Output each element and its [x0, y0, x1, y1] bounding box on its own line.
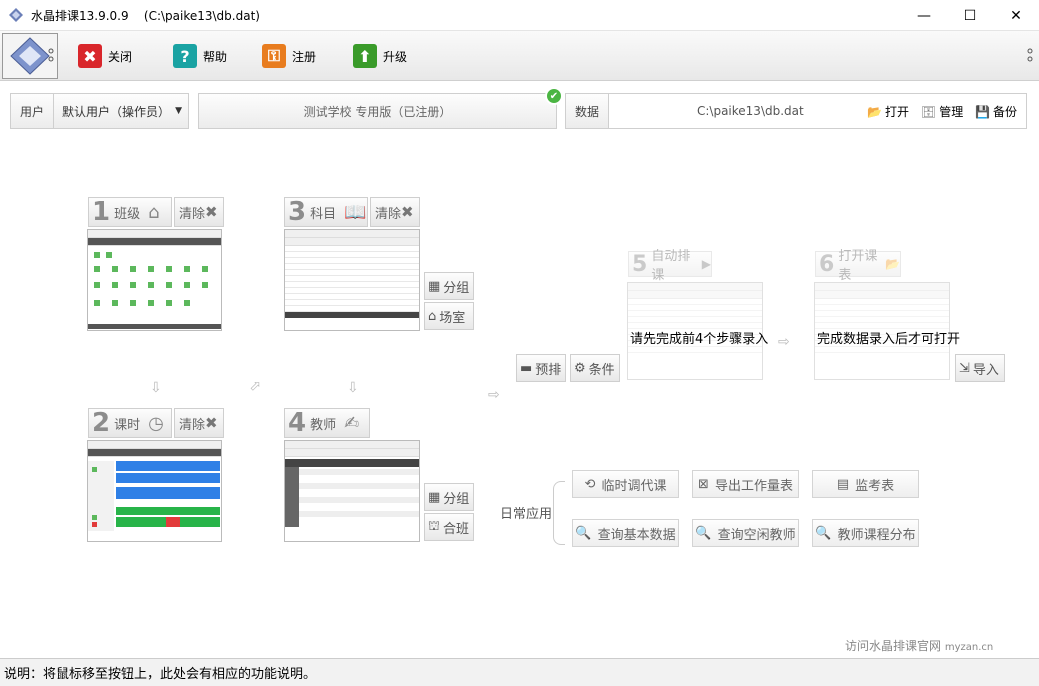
clear-x-icon: ✖ — [205, 414, 218, 432]
grid-icon: ▦ — [428, 489, 441, 505]
export-workload-button[interactable]: ⊠ 导出工作量表 — [692, 470, 799, 498]
book-icon: 📖 — [344, 201, 367, 223]
right-arrow-icon: ⇨ — [778, 334, 790, 350]
teacher-preview-thumbnail — [284, 440, 420, 542]
close-icon: ✖ — [78, 44, 102, 68]
teacher-course-distribution-button[interactable]: 🔍 教师课程分布 — [812, 519, 919, 547]
table-icon: ▤ — [836, 476, 850, 492]
minimize-button[interactable]: — — [901, 0, 947, 31]
data-path: C:\paike13\db.dat — [697, 104, 804, 118]
grip-icon — [48, 48, 54, 62]
merge-icon: ⛫ — [428, 518, 440, 534]
class-preview-thumbnail — [87, 229, 222, 331]
gear-icon: ⚙ — [574, 360, 586, 376]
search-icon: 🔍 — [815, 525, 832, 541]
help-icon: ? — [173, 44, 197, 68]
status-text: 说明：将鼠标移至按钮上，此处会有相应的功能说明。 — [4, 667, 317, 682]
search-icon: 🔍 — [695, 525, 712, 541]
period-preview-thumbnail — [87, 440, 222, 542]
upgrade-arrow-icon: ⬆ — [353, 44, 377, 68]
prearrange-button[interactable]: ▬ 预排 — [516, 354, 566, 382]
search-icon: 🔍 — [575, 525, 592, 541]
query-basic-data-button[interactable]: 🔍 查询基本数据 — [572, 519, 679, 547]
dropdown-arrow-icon: ▼ — [175, 106, 182, 116]
step-open-timetable-button[interactable]: 6 打开课表 📂 — [815, 249, 901, 283]
room-button[interactable]: ⌂ 场室 — [424, 302, 474, 330]
import-button[interactable]: ⇲ 导入 — [955, 354, 1005, 382]
step-auto-schedule-button[interactable]: 5 自动排课 ▶ — [628, 249, 712, 283]
invigilation-button[interactable]: ▤ 监考表 — [812, 470, 919, 498]
manage-button[interactable]: 🗄 管理 — [921, 103, 963, 120]
step-teacher-button[interactable]: 4 教师 ✍ — [284, 408, 370, 438]
window-title: 水晶排课13.9.0.9 (C:\paike13\db.dat) — [31, 9, 260, 23]
clear-period-button[interactable]: 清除 ✖ — [174, 408, 224, 438]
clear-subject-button[interactable]: 清除 ✖ — [370, 197, 420, 227]
condition-button[interactable]: ⚙ 条件 — [570, 354, 620, 382]
step-class-button[interactable]: 1 班级 ⌂ — [88, 197, 172, 227]
auto-schedule-note: 请先完成前4个步骤录入 — [630, 332, 769, 347]
school-icon: ⌂ — [148, 201, 160, 223]
school-name: 测试学校 专用版（已注册） — [198, 93, 557, 129]
brace-icon — [553, 481, 565, 545]
down-arrow-icon: ⇩ — [150, 380, 162, 396]
excel-icon: ⊠ — [698, 476, 709, 492]
user-label: 用户 — [10, 93, 54, 129]
upgrade-button[interactable]: ⬆ 升级 — [353, 41, 407, 71]
right-arrow-icon: ⇨ — [488, 387, 500, 403]
toolbar: ✖ 关闭 ? 帮助 ⚿ 注册 ⬆ 升级 — [0, 31, 1039, 81]
register-button[interactable]: ⚿ 注册 — [262, 41, 316, 71]
backup-button[interactable]: 💾 备份 — [975, 103, 1017, 120]
down-arrow-icon: ⇩ — [347, 380, 359, 396]
teacher-icon: ✍ — [344, 412, 360, 434]
website-link[interactable]: 访问水晶排课官网 myzan.cn — [845, 637, 993, 654]
diagonal-arrow-icon: ⇨ — [246, 376, 266, 396]
merge-class-button[interactable]: ⛫ 合班 — [424, 513, 474, 541]
server-icon: 🗄 — [921, 104, 937, 119]
prearrange-icon: ▬ — [520, 360, 533, 376]
open-timetable-note: 完成数据录入后才可打开 — [817, 332, 961, 347]
play-icon: ▶ — [701, 257, 711, 271]
grid-icon: ▦ — [428, 278, 441, 294]
registered-check-icon: ✔ — [545, 87, 563, 105]
app-icon — [9, 8, 23, 22]
close-button[interactable]: ✖ 关闭 — [78, 41, 132, 71]
title-bar: 水晶排课13.9.0.9 (C:\paike13\db.dat) — ☐ ✕ — [0, 0, 1039, 31]
folder-icon: 📂 — [867, 104, 882, 119]
grip-icon — [1027, 48, 1033, 62]
user-select[interactable]: 默认用户（操作员） ▼ — [53, 93, 189, 129]
group-button-1[interactable]: ▦ 分组 — [424, 272, 474, 300]
step-period-button[interactable]: 2 课时 ◷ — [88, 408, 172, 438]
swap-icon: ⟲ — [584, 476, 596, 492]
open-button[interactable]: 📂 打开 — [867, 103, 909, 120]
maximize-button[interactable]: ☐ — [947, 0, 993, 31]
data-label: 数据 — [565, 93, 609, 129]
house-icon: ⌂ — [428, 308, 437, 324]
clear-class-button[interactable]: 清除 ✖ — [174, 197, 224, 227]
status-bar: 说明：将鼠标移至按钮上，此处会有相应的功能说明。 — [0, 658, 1039, 686]
subject-preview-thumbnail — [284, 229, 420, 331]
group-button-2[interactable]: ▦ 分组 — [424, 483, 474, 511]
key-icon: ⚿ — [262, 44, 286, 68]
data-path-bar: C:\paike13\db.dat 📂 打开 🗄 管理 💾 备份 — [608, 93, 1027, 129]
help-button[interactable]: ? 帮助 — [173, 41, 227, 71]
clock-icon: ◷ — [148, 412, 164, 434]
step-subject-button[interactable]: 3 科目 📖 — [284, 197, 368, 227]
clear-x-icon: ✖ — [401, 203, 414, 221]
daily-apps-label: 日常应用 — [500, 507, 553, 522]
import-icon: ⇲ — [959, 360, 970, 376]
close-window-button[interactable]: ✕ — [993, 0, 1039, 31]
folder-icon: 📂 — [885, 257, 900, 271]
clear-x-icon: ✖ — [205, 203, 218, 221]
query-free-teacher-button[interactable]: 🔍 查询空闲教师 — [692, 519, 799, 547]
temp-substitute-button[interactable]: ⟲ 临时调代课 — [572, 470, 679, 498]
save-icon: 💾 — [975, 104, 990, 119]
